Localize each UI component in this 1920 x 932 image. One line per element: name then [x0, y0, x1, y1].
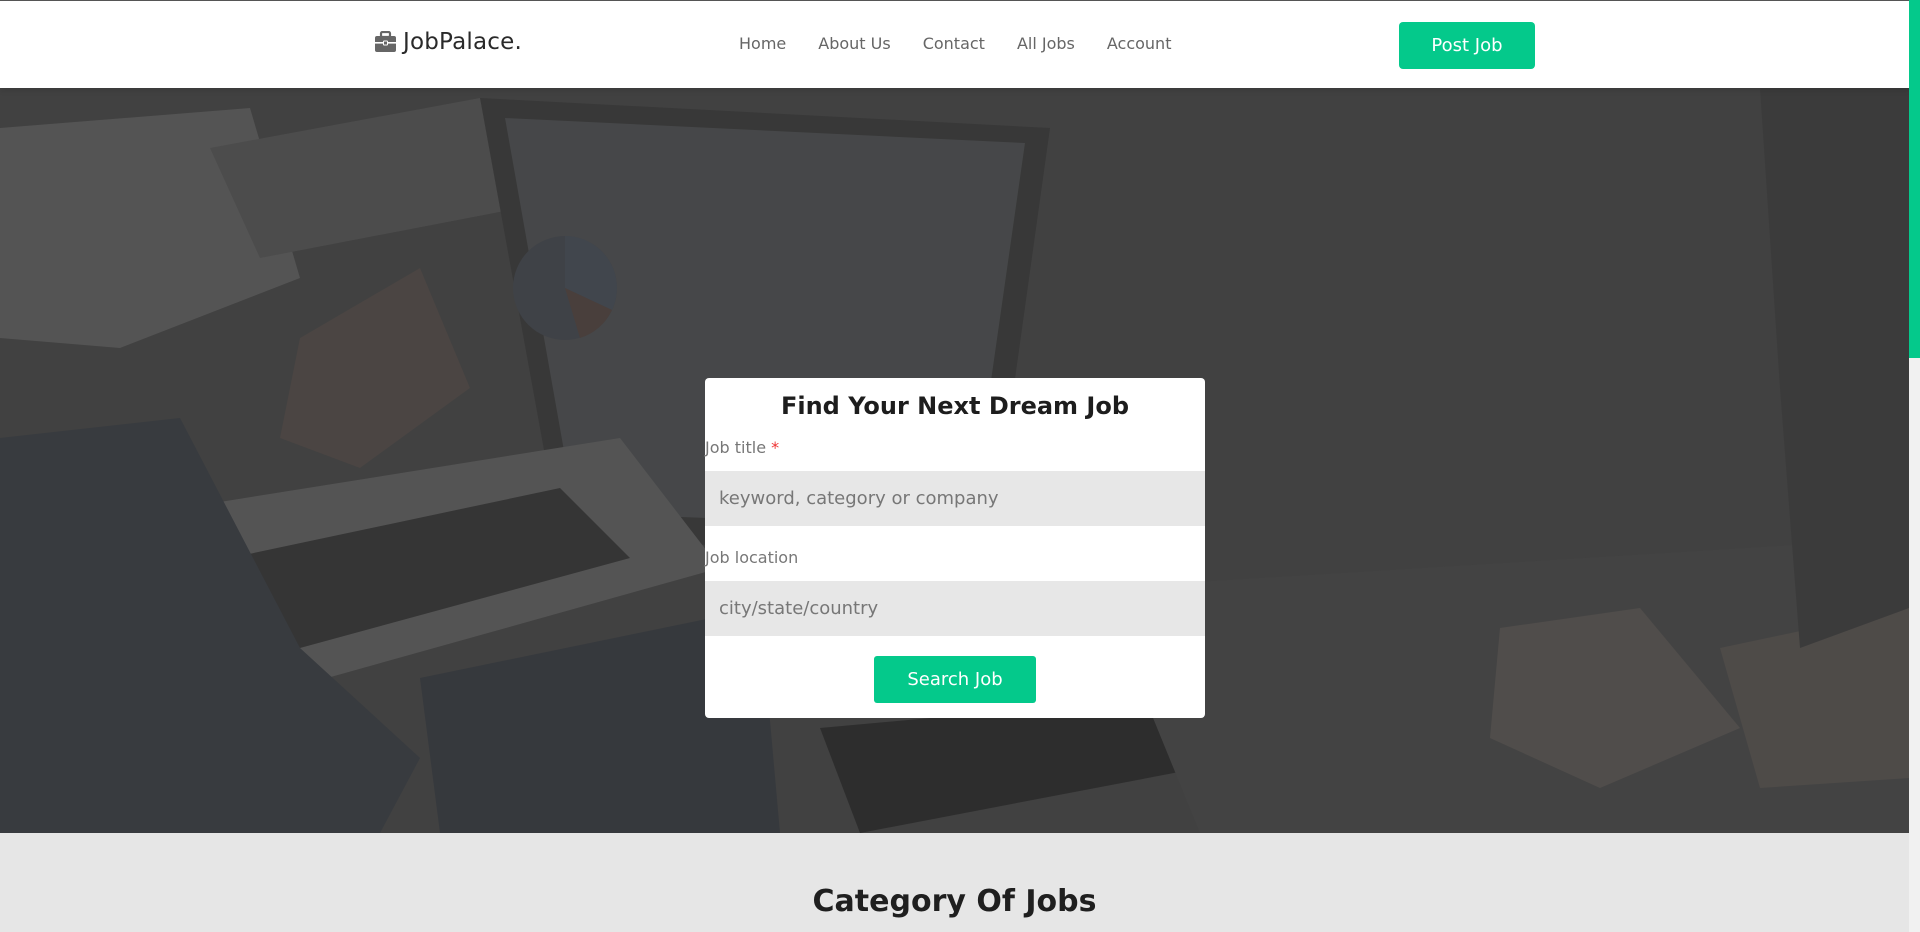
- briefcase-icon: [374, 30, 397, 53]
- nav-home[interactable]: Home: [739, 34, 786, 53]
- nav-account[interactable]: Account: [1107, 34, 1172, 53]
- page-scrollbar-thumb[interactable]: [1909, 0, 1920, 358]
- job-title-label-text: Job title: [705, 438, 767, 457]
- main-nav: Home About Us Contact All Jobs Account: [739, 34, 1171, 53]
- job-search-form: Find Your Next Dream Job Job title * Job…: [705, 378, 1205, 718]
- job-location-label: Job location: [705, 548, 799, 567]
- job-title-label: Job title *: [705, 438, 779, 457]
- job-location-input[interactable]: [705, 581, 1205, 636]
- nav-about-us[interactable]: About Us: [818, 34, 890, 53]
- site-header: JobPalace. Home About Us Contact All Job…: [0, 0, 1909, 88]
- nav-all-jobs[interactable]: All Jobs: [1017, 34, 1075, 53]
- nav-contact[interactable]: Contact: [923, 34, 985, 53]
- brand-logo[interactable]: JobPalace.: [374, 29, 522, 55]
- job-title-input[interactable]: [705, 471, 1205, 526]
- category-section-title: Category Of Jobs: [812, 884, 1097, 919]
- hero-section: Find Your Next Dream Job Job title * Job…: [0, 88, 1909, 833]
- search-form-title: Find Your Next Dream Job: [780, 392, 1130, 420]
- page: JobPalace. Home About Us Contact All Job…: [0, 0, 1920, 932]
- brand-name: JobPalace.: [403, 29, 522, 55]
- required-asterisk: *: [771, 438, 780, 457]
- post-job-button[interactable]: Post Job: [1399, 22, 1535, 69]
- search-job-button[interactable]: Search Job: [874, 656, 1036, 703]
